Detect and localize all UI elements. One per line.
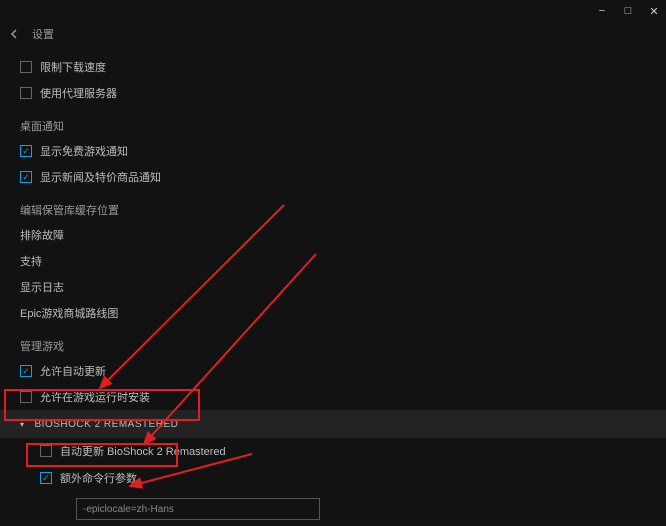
back-icon[interactable] (8, 27, 22, 41)
use-proxy-label: 使用代理服务器 (40, 85, 117, 101)
auto-update-label: 允许自动更新 (40, 363, 106, 379)
extra-args-label: 额外命令行参数 (60, 470, 137, 486)
game-expand-header[interactable]: ▾ BIOSHOCK 2 REMASTERED (0, 410, 666, 438)
manage-section-title: 管理游戏 (0, 334, 666, 358)
window-titlebar: − □ ✕ (0, 0, 666, 22)
checkbox-checked-icon[interactable]: ✓ (20, 171, 32, 183)
settings-content: ✓ 限制下载速度 ✓ 使用代理服务器 桌面通知 ✓ 显示免费游戏通知 ✓ 显示新… (0, 46, 666, 526)
game-name-label: BIOSHOCK 2 REMASTERED (35, 419, 179, 430)
use-proxy-row[interactable]: ✓ 使用代理服务器 (0, 80, 666, 106)
cache-section-title: 编辑保管库缓存位置 (0, 198, 666, 222)
show-news-label: 显示新闻及特价商品通知 (40, 169, 161, 185)
install-in-game-label: 允许在游戏运行时安装 (40, 389, 150, 405)
minimize-button[interactable]: − (594, 5, 610, 17)
checkbox-checked-icon[interactable]: ✓ (20, 365, 32, 377)
caret-down-icon: ▾ (20, 420, 25, 429)
maximize-button[interactable]: □ (620, 5, 636, 17)
limit-download-speed-label: 限制下载速度 (40, 59, 106, 75)
auto-update-row[interactable]: ✓ 允许自动更新 (0, 358, 666, 384)
show-log-link[interactable]: 显示日志 (0, 274, 666, 300)
page-header: 设置 (0, 22, 666, 46)
support-link[interactable]: 支持 (0, 248, 666, 274)
checkbox-unchecked-icon[interactable]: ✓ (20, 391, 32, 403)
install-in-game-row[interactable]: ✓ 允许在游戏运行时安装 (0, 384, 666, 410)
checkbox-checked-icon[interactable]: ✓ (40, 472, 52, 484)
show-news-row[interactable]: ✓ 显示新闻及特价商品通知 (0, 164, 666, 190)
desktop-section-title: 桌面通知 (0, 114, 666, 138)
checkbox-unchecked-icon[interactable]: ✓ (20, 61, 32, 73)
limit-download-speed-row[interactable]: ✓ 限制下载速度 (0, 54, 666, 80)
show-free-game-row[interactable]: ✓ 显示免费游戏通知 (0, 138, 666, 164)
page-title: 设置 (32, 26, 54, 42)
show-free-game-label: 显示免费游戏通知 (40, 143, 128, 159)
roadmap-link[interactable]: Epic游戏商城路线图 (0, 300, 666, 326)
game-auto-update-label: 自动更新 BioShock 2 Remastered (60, 443, 226, 459)
checkbox-unchecked-icon[interactable]: ✓ (20, 87, 32, 99)
checkbox-checked-icon[interactable]: ✓ (20, 145, 32, 157)
close-button[interactable]: ✕ (646, 5, 662, 18)
troubleshoot-link[interactable]: 排除故障 (0, 222, 666, 248)
checkbox-unchecked-icon[interactable]: ✓ (40, 445, 52, 457)
extra-args-row[interactable]: ✓ 额外命令行参数 (0, 464, 666, 492)
game-auto-update-row[interactable]: ✓ 自动更新 BioShock 2 Remastered (0, 438, 666, 464)
extra-args-input[interactable] (76, 498, 320, 520)
extra-args-input-row (0, 492, 666, 526)
